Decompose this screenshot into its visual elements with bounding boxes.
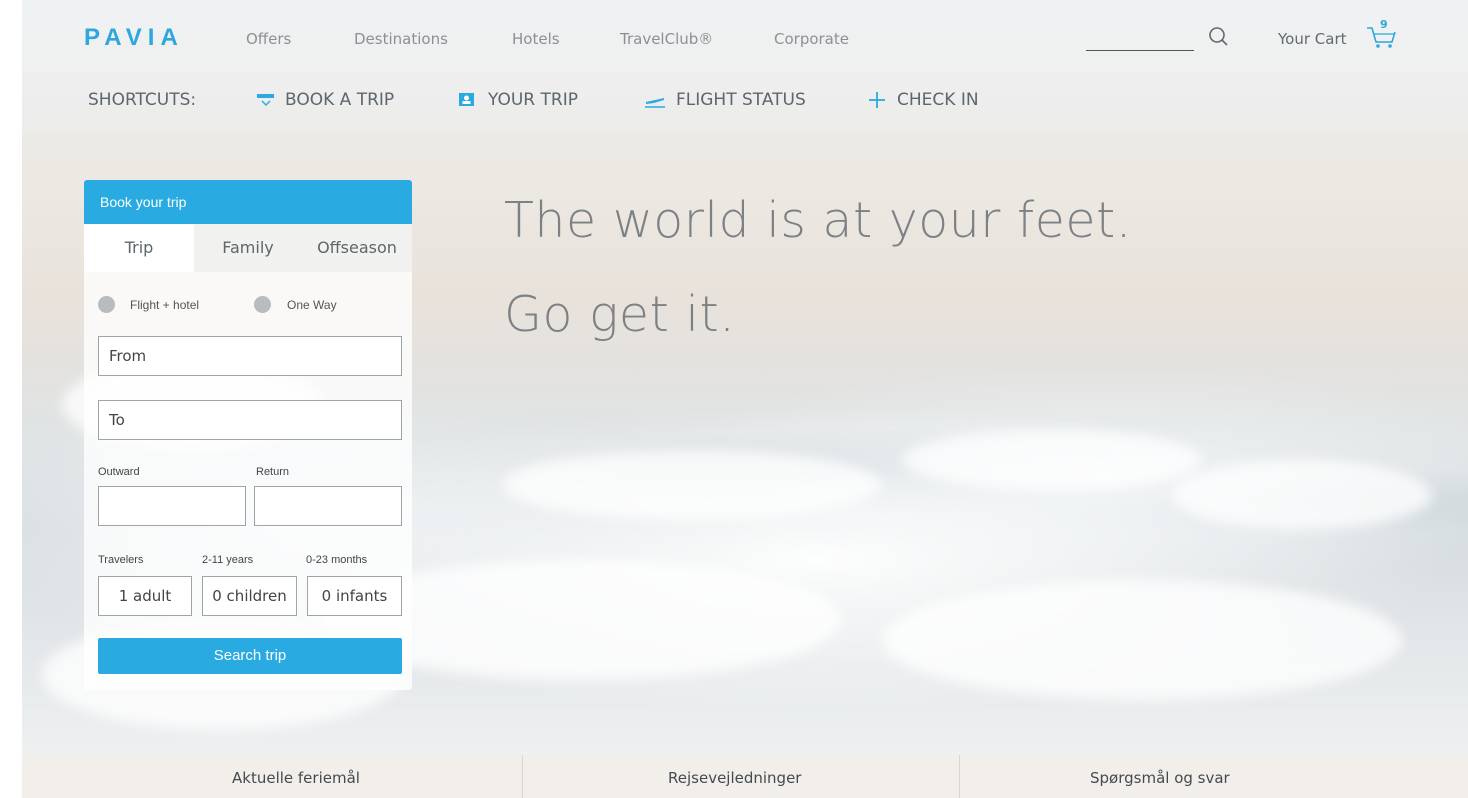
infants-select[interactable]: 0 infants (307, 576, 402, 616)
footer-divider (522, 755, 523, 798)
cloud-shape (882, 580, 1402, 700)
booking-tabs: Trip Family Offseason (84, 224, 412, 272)
shortcut-book-a-trip[interactable]: BOOK A TRIP (285, 90, 394, 110)
cart-count-badge: 9 (1380, 18, 1388, 31)
children-select[interactable]: 0 children (202, 576, 297, 616)
plane-icon (644, 91, 665, 109)
search-trip-button[interactable]: Search trip (98, 638, 402, 674)
travelers-label: Travelers (98, 554, 144, 566)
nav-offers[interactable]: Offers (246, 30, 291, 48)
search-icon[interactable] (1206, 24, 1232, 50)
hero-headline: The world is at your feet. (504, 192, 1132, 249)
to-field[interactable]: To (98, 400, 402, 440)
nav-destinations[interactable]: Destinations (354, 30, 448, 48)
nav-hotels[interactable]: Hotels (512, 30, 560, 48)
shortcut-flight-status[interactable]: FLIGHT STATUS (676, 90, 806, 110)
booking-panel: Book your trip Trip Family Offseason Fli… (84, 180, 412, 690)
infants-age-label: 0-23 months (306, 554, 368, 566)
nav-corporate[interactable]: Corporate (774, 30, 849, 48)
return-label: Return (256, 466, 290, 478)
cart-link[interactable]: Your Cart (1278, 30, 1347, 48)
radio-flight-hotel[interactable] (98, 296, 115, 313)
hero-subheadline: Go get it. (504, 286, 736, 343)
cloud-shape (502, 450, 882, 520)
cloud-shape (1172, 460, 1432, 530)
booking-panel-title: Book your trip (84, 180, 412, 224)
tab-family[interactable]: Family (194, 224, 302, 272)
children-age-label: 2-11 years (202, 554, 254, 566)
footer-link-destinations[interactable]: Aktuelle feriemål (232, 769, 360, 787)
outward-label: Outward (98, 466, 140, 478)
radio-one-way-label: One Way (287, 298, 337, 312)
shortcut-your-trip[interactable]: YOUR TRIP (488, 90, 578, 110)
radio-one-way[interactable] (254, 296, 271, 313)
search-input[interactable] (1086, 50, 1194, 51)
radio-flight-hotel-label: Flight + hotel (130, 298, 200, 312)
id-card-icon (458, 91, 478, 109)
tab-trip[interactable]: Trip (84, 224, 194, 272)
pavia-logo[interactable]: PAVIA (84, 24, 184, 52)
tab-offseason[interactable]: Offseason (302, 224, 412, 272)
top-navigation (22, 0, 1468, 72)
cloud-shape (902, 430, 1202, 490)
plus-icon (868, 91, 888, 109)
shortcut-check-in[interactable]: CHECK IN (897, 90, 979, 110)
nav-travelclub[interactable]: TravelClub® (620, 30, 713, 48)
footer-links: Aktuelle feriemål Rejsevejledninger Spør… (22, 755, 1468, 798)
page: PAVIA Offers Destinations Hotels TravelC… (0, 0, 1468, 798)
ticket-icon (256, 91, 276, 109)
footer-link-travel-guides[interactable]: Rejsevejledninger (668, 769, 801, 787)
adults-select[interactable]: 1 adult (98, 576, 192, 616)
from-field[interactable]: From (98, 336, 402, 376)
return-date-field[interactable] (254, 486, 402, 526)
outward-date-field[interactable] (98, 486, 246, 526)
footer-divider (959, 755, 960, 798)
footer-link-faq[interactable]: Spørgsmål og svar (1090, 769, 1230, 787)
shortcuts-title: SHORTCUTS: (88, 90, 197, 110)
